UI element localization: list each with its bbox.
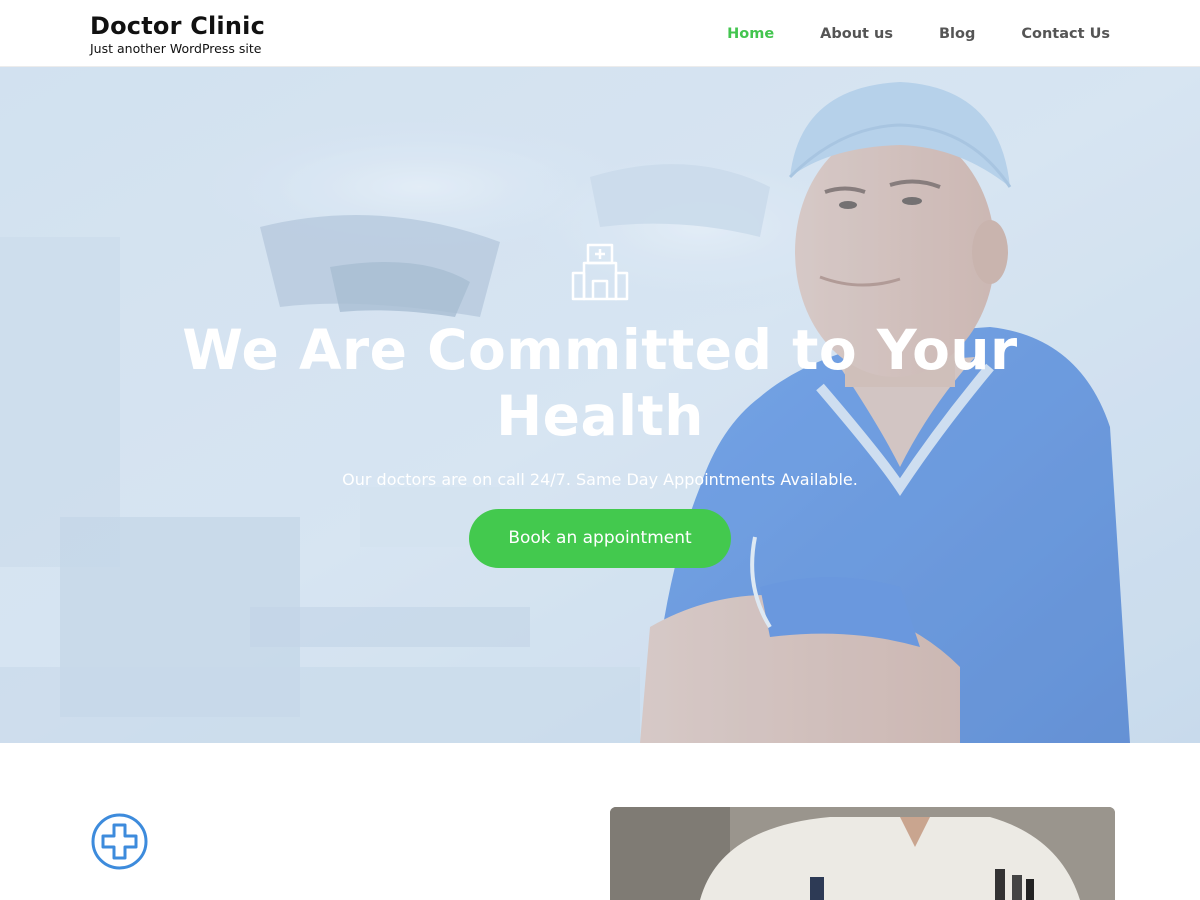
doctor-lab-coat-photo xyxy=(610,807,1115,900)
site-tagline: Just another WordPress site xyxy=(90,41,262,56)
brand: Doctor Clinic Just another WordPress sit… xyxy=(90,11,265,57)
hospital-building-icon xyxy=(571,243,629,301)
nav-item-blog[interactable]: Blog xyxy=(939,24,975,44)
hero-banner: We Are Committed to Your Health Our doct… xyxy=(0,67,1200,743)
book-appointment-button[interactable]: Book an appointment xyxy=(469,509,731,568)
medical-plus-icon xyxy=(91,813,148,870)
main-nav: Home About us Blog Contact Us xyxy=(681,24,1110,44)
nav-item-about-us[interactable]: About us xyxy=(820,24,893,44)
site-title[interactable]: Doctor Clinic xyxy=(90,11,265,41)
doctor-feature-image xyxy=(610,807,1115,900)
nav-item-home[interactable]: Home xyxy=(727,24,774,44)
hero-subtitle: Our doctors are on call 24/7. Same Day A… xyxy=(342,470,858,489)
hero-title: We Are Committed to Your Health xyxy=(182,318,1018,448)
site-header: Doctor Clinic Just another WordPress sit… xyxy=(0,0,1200,67)
nav-item-contact-us[interactable]: Contact Us xyxy=(1021,24,1110,44)
